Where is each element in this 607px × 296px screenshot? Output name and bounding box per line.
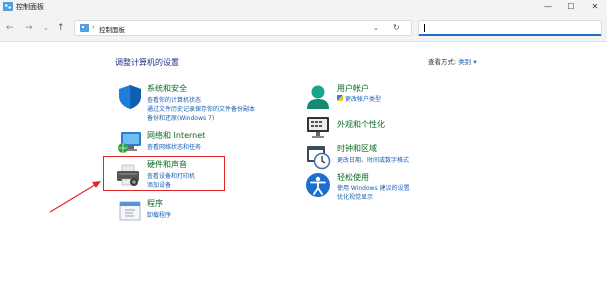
page-title: 调整计算机的设置 bbox=[115, 58, 179, 67]
address-bar[interactable]: › 控制面板 ⌄ ↻ bbox=[74, 20, 412, 36]
category-link[interactable]: 查看你的计算机状态 bbox=[147, 95, 201, 104]
annotation-highlight-box bbox=[103, 156, 225, 191]
forward-button[interactable]: → bbox=[25, 23, 33, 33]
refresh-button[interactable]: ↻ bbox=[393, 23, 400, 32]
programs-icon[interactable] bbox=[117, 198, 143, 224]
uac-shield-icon bbox=[337, 95, 343, 101]
category-link[interactable]: 查看网络状态和任务 bbox=[147, 142, 201, 151]
category-link[interactable]: 优化视觉显示 bbox=[337, 192, 373, 201]
window-title: 控制面板 bbox=[16, 3, 44, 11]
control-panel-icon bbox=[3, 2, 13, 11]
minimize-button[interactable]: — bbox=[540, 0, 556, 14]
up-button[interactable]: ↑ bbox=[57, 23, 65, 33]
close-button[interactable]: ✕ bbox=[587, 0, 603, 14]
user-icon[interactable] bbox=[305, 84, 331, 110]
category-link[interactable]: 使用 Windows 建议的设置 bbox=[337, 183, 410, 192]
monitor-icon[interactable] bbox=[305, 114, 331, 140]
address-dropdown-button[interactable]: ⌄ bbox=[373, 24, 379, 32]
search-input[interactable] bbox=[418, 20, 602, 36]
category-link[interactable]: 通过文件历史记录保存你的文件备份副本 bbox=[147, 104, 255, 113]
navigation-bar: ← → ⌄ ↑ › 控制面板 ⌄ ↻ bbox=[0, 14, 607, 42]
category-link[interactable]: 卸载程序 bbox=[147, 210, 171, 219]
control-panel-icon bbox=[80, 24, 89, 32]
annotation-arrow bbox=[49, 181, 101, 213]
breadcrumb[interactable]: 控制面板 bbox=[99, 24, 125, 34]
category-link[interactable]: 更改日期、时间或数字格式 bbox=[337, 155, 409, 164]
category-title[interactable]: 时钟和区域 bbox=[337, 143, 377, 154]
clock-icon[interactable] bbox=[305, 144, 331, 170]
category-title[interactable]: 程序 bbox=[147, 198, 163, 209]
accessibility-icon[interactable] bbox=[305, 172, 331, 198]
view-by-dropdown[interactable]: 类别 ▾ bbox=[458, 58, 476, 66]
view-by-label: 查看方式: bbox=[428, 58, 457, 66]
category-title[interactable]: 轻松使用 bbox=[337, 172, 369, 183]
title-bar: 控制面板 — ☐ ✕ bbox=[0, 0, 607, 14]
category-title[interactable]: 用户帐户 bbox=[337, 83, 369, 94]
back-button[interactable]: ← bbox=[6, 23, 14, 33]
category-title[interactable]: 网络和 Internet bbox=[147, 130, 205, 141]
category-link[interactable]: 更改帐户类型 bbox=[345, 94, 381, 103]
category-title[interactable]: 系统和安全 bbox=[147, 83, 187, 94]
category-title[interactable]: 外观和个性化 bbox=[337, 119, 385, 130]
breadcrumb-separator: › bbox=[92, 23, 95, 31]
recent-locations-button[interactable]: ⌄ bbox=[43, 23, 49, 33]
category-link[interactable]: 备份和还原(Windows 7) bbox=[147, 113, 214, 122]
shield-icon[interactable] bbox=[117, 84, 143, 110]
view-by: 查看方式: 类别 ▾ bbox=[428, 56, 477, 66]
text-caret bbox=[424, 24, 425, 32]
network-icon[interactable] bbox=[117, 130, 143, 156]
maximize-button[interactable]: ☐ bbox=[563, 0, 579, 14]
